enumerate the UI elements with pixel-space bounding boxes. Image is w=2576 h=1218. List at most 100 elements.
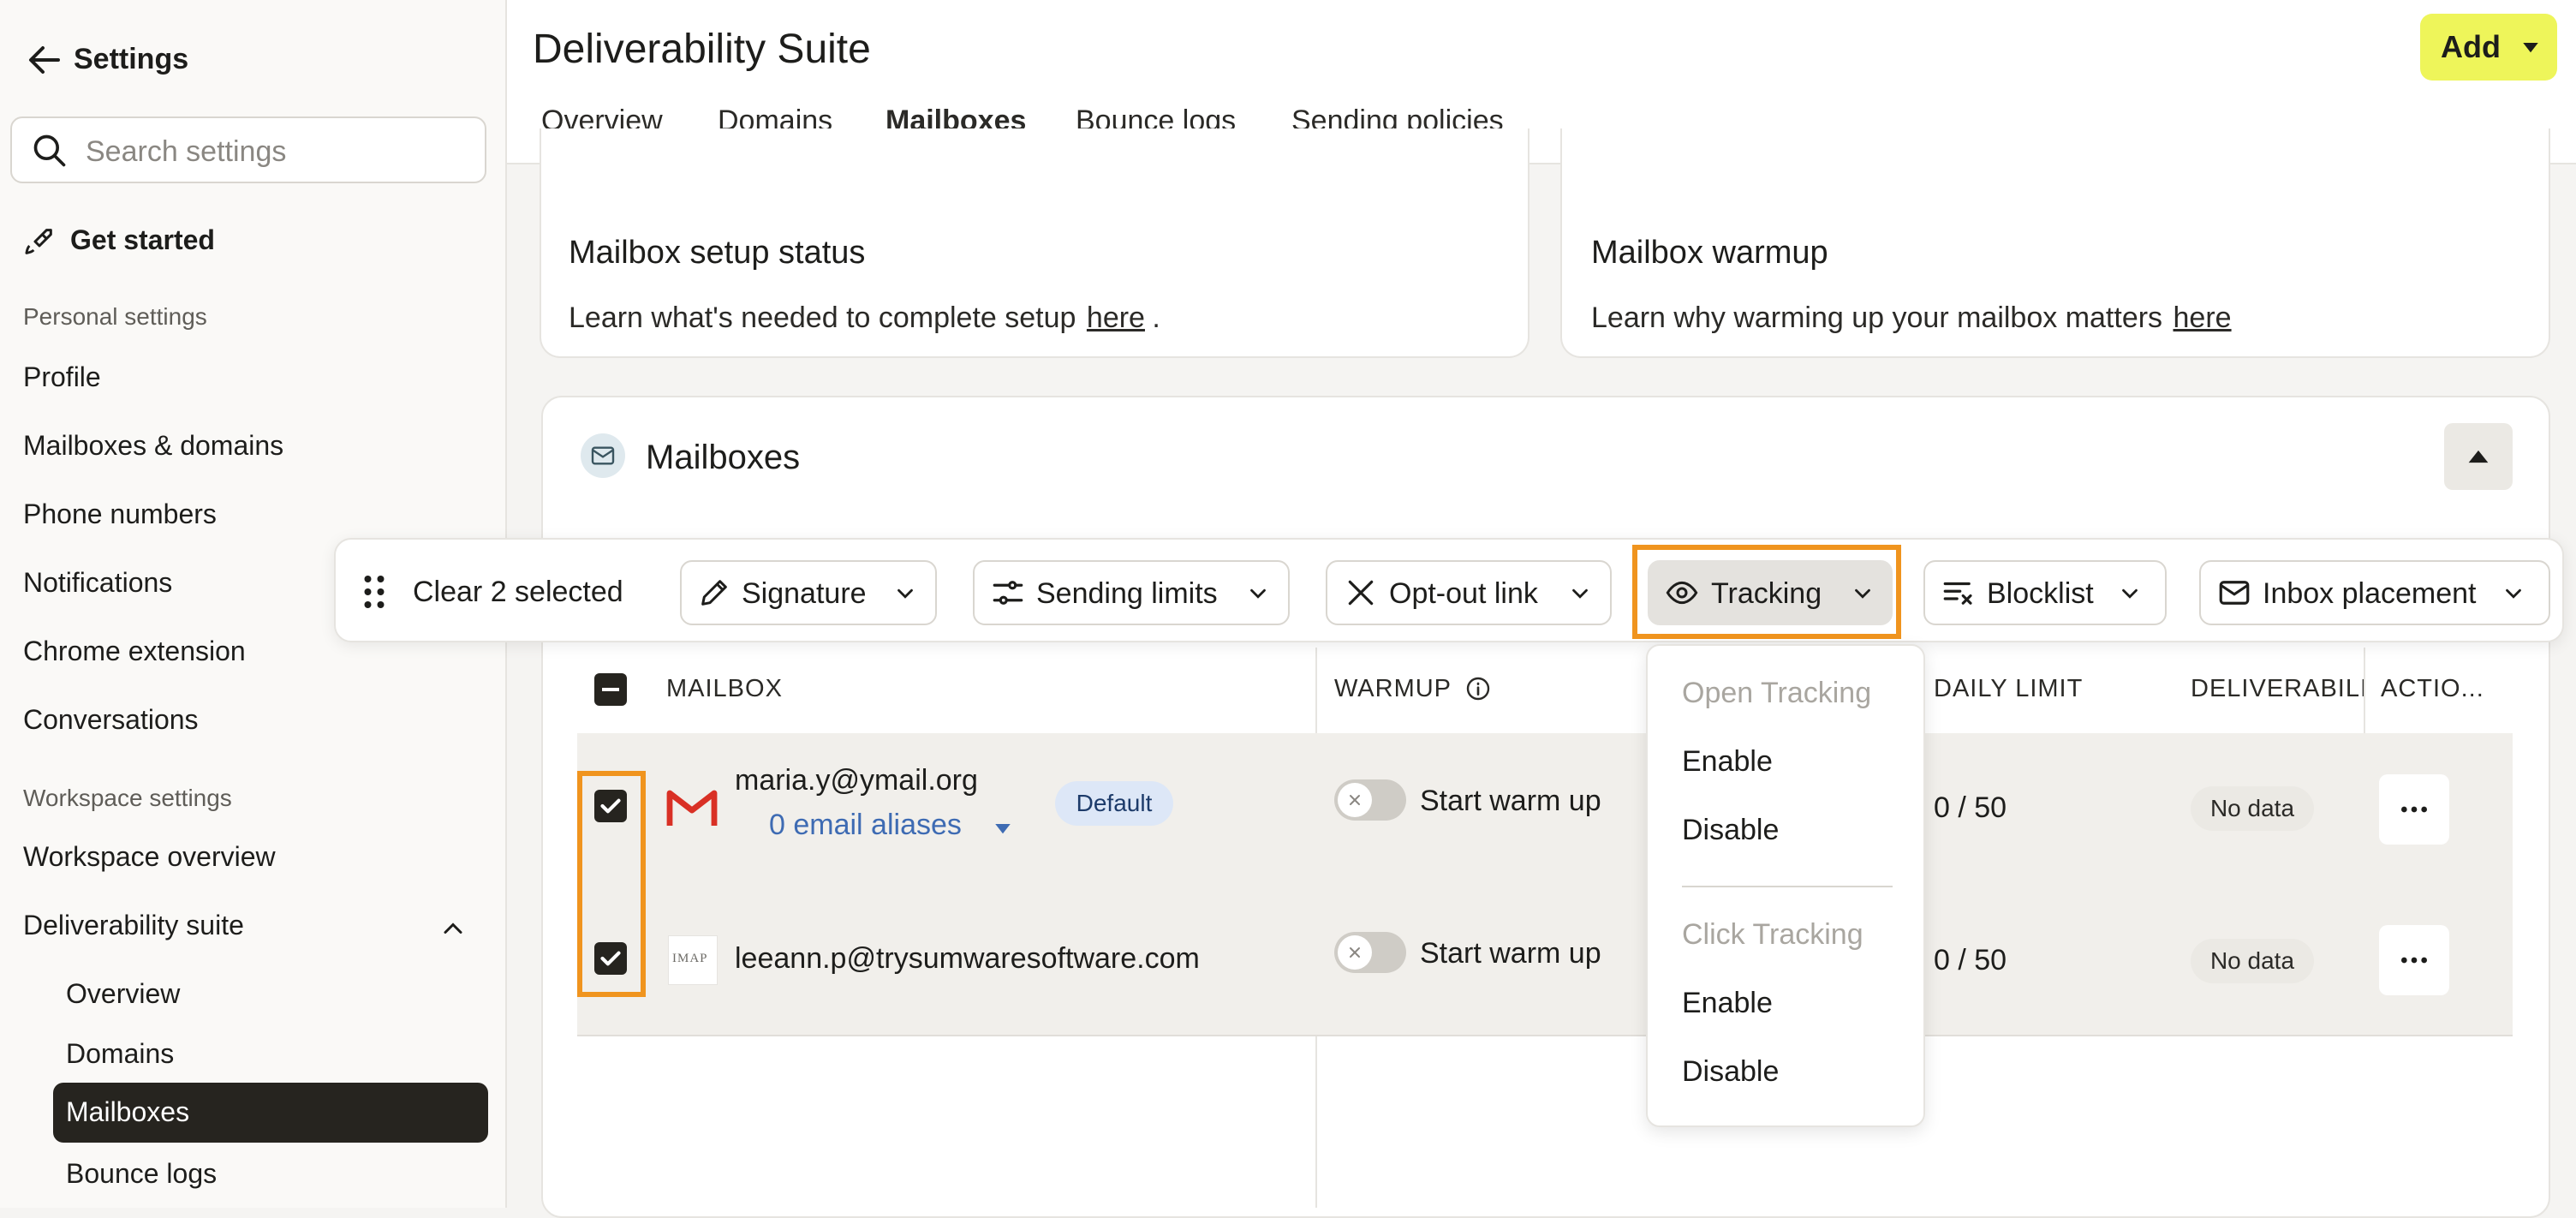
imap-icon: IMAP (668, 935, 718, 985)
column-header-warmup: WARMUP (1334, 675, 1452, 702)
signature-button[interactable]: Signature (680, 560, 937, 625)
table-row[interactable]: maria.y@ymail.org 0 email aliases Defaul… (577, 733, 2513, 886)
open-tracking-heading: Open Tracking (1682, 677, 1872, 709)
gmail-icon (666, 790, 718, 826)
click-tracking-heading: Click Tracking (1682, 918, 1863, 951)
x-logo-icon (1348, 580, 1374, 606)
email-aliases-label: 0 email aliases (769, 809, 962, 841)
open-tracking-enable[interactable]: Enable (1682, 745, 1773, 779)
get-started-label: Get started (70, 224, 215, 255)
warmup-toggle[interactable] (1334, 779, 1406, 821)
sending-limits-label: Sending limits (1036, 577, 1218, 610)
bulk-action-toolbar: Clear 2 selected Signature Sending limit… (334, 538, 2564, 642)
rocket-icon (25, 229, 52, 254)
default-badge: Default (1055, 781, 1173, 826)
info-icon[interactable] (1464, 675, 1492, 702)
more-horizontal-icon (2401, 806, 2427, 813)
column-header-deliverability: DELIVERABILI (2191, 675, 2369, 702)
close-icon (1350, 795, 1360, 805)
envelope-icon (591, 446, 615, 465)
warmup-card-text: Learn why warming up your mailbox matter… (1591, 302, 2232, 334)
imap-icon-text: IMAP (672, 952, 708, 965)
column-header-mailbox: MAILBOX (666, 675, 783, 702)
menu-divider (1682, 886, 1893, 887)
list-x-icon (1943, 582, 1972, 605)
warmup-card-title: Mailbox warmup (1591, 235, 1828, 271)
workspace-settings-heading: Workspace settings (23, 785, 232, 811)
sidebar-item-mailboxes-domains[interactable]: Mailboxes & domains (23, 430, 283, 462)
mailbox-email: maria.y@ymail.org (735, 764, 978, 797)
sidebar-item-deliverability-suite[interactable]: Deliverability suite (23, 908, 477, 949)
add-label: Add (2441, 29, 2501, 64)
opt-out-link-button[interactable]: Opt-out link (1326, 560, 1612, 625)
indeterminate-mark (602, 688, 619, 691)
sidebar-item-notifications[interactable]: Notifications (23, 567, 172, 599)
clear-selection-button[interactable]: Clear 2 selected (413, 576, 623, 609)
chevron-down-icon (1250, 588, 1266, 599)
column-header-actions: ACTIO... (2381, 675, 2484, 702)
sliders-icon (993, 581, 1023, 605)
search-icon (33, 134, 66, 167)
close-icon (1350, 947, 1360, 958)
opt-out-link-label: Opt-out link (1389, 577, 1538, 610)
back-button[interactable]: Settings (24, 39, 212, 82)
add-button[interactable]: Add (2420, 14, 2557, 81)
select-all-checkbox[interactable] (594, 673, 627, 706)
tracking-dropdown-menu: Open Tracking Enable Disable Click Track… (1646, 644, 1925, 1127)
row-actions-button[interactable] (2379, 925, 2449, 995)
setup-card-title: Mailbox setup status (569, 235, 866, 271)
open-tracking-disable[interactable]: Disable (1682, 814, 1779, 847)
inbox-placement-button[interactable]: Inbox placement (2199, 560, 2550, 625)
daily-limit-value: 0 / 50 (1934, 944, 2007, 976)
row-actions-button[interactable] (2379, 774, 2449, 845)
sidebar-child-domains[interactable]: Domains (66, 1038, 174, 1070)
page-title: Deliverability Suite (533, 27, 871, 72)
mailbox-section-icon (581, 433, 625, 478)
collapse-section-button[interactable] (2444, 423, 2513, 490)
envelope-icon (2219, 581, 2250, 605)
setup-here-link[interactable]: here (1087, 302, 1145, 334)
sidebar-item-conversations[interactable]: Conversations (23, 704, 199, 736)
deliverability-suite-label: Deliverability suite (23, 910, 244, 940)
deliverability-badge: No data (2191, 939, 2314, 983)
tracking-button-highlight (1632, 545, 1901, 639)
drag-handle-icon[interactable] (361, 572, 387, 612)
sending-limits-button[interactable]: Sending limits (973, 560, 1290, 625)
sidebar-item-chrome-extension[interactable]: Chrome extension (23, 636, 246, 667)
sidebar-item-phone-numbers[interactable]: Phone numbers (23, 499, 217, 530)
chevron-up-icon (444, 922, 462, 934)
blocklist-button[interactable]: Blocklist (1923, 560, 2167, 625)
search-input[interactable]: Search settings (10, 116, 486, 183)
click-tracking-disable[interactable]: Disable (1682, 1055, 1779, 1089)
mailboxes-section-title: Mailboxes (646, 439, 801, 476)
sidebar-child-overview[interactable]: Overview (66, 978, 180, 1010)
sidebar-child-mailboxes-active[interactable]: Mailboxes (53, 1083, 488, 1143)
sidebar-child-bounce-logs[interactable]: Bounce logs (66, 1158, 217, 1190)
column-divider (2364, 648, 2365, 733)
column-header-daily-limit: DAILY LIMIT (1934, 675, 2084, 702)
caret-down-icon (995, 824, 1011, 834)
warmup-toggle[interactable] (1334, 932, 1406, 973)
sidebar-child-mailboxes-label: Mailboxes (66, 1096, 190, 1127)
signature-label: Signature (742, 577, 867, 610)
email-aliases-dropdown[interactable]: 0 email aliases (769, 809, 1026, 848)
sidebar-item-workspace-overview[interactable]: Workspace overview (23, 841, 276, 873)
warmup-status: Start warm up (1420, 785, 1601, 817)
chevron-down-icon (2122, 588, 2138, 599)
selected-checkboxes-highlight (577, 771, 646, 997)
setup-card-text: Learn what's needed to complete setup he… (569, 302, 1160, 334)
warmup-here-link[interactable]: here (2174, 302, 2232, 334)
table-row[interactable]: IMAP leeann.p@trysumwaresoftware.com Sta… (577, 884, 2513, 1036)
sidebar-item-profile[interactable]: Profile (23, 361, 101, 393)
get-started-item[interactable]: Get started (22, 221, 365, 264)
caret-down-icon (2523, 43, 2538, 53)
daily-limit-value: 0 / 50 (1934, 791, 2007, 824)
mailbox-setup-status-card: Mailbox setup status Learn what's needed… (540, 128, 1530, 358)
chevron-down-icon (2506, 588, 2521, 599)
back-label: Settings (74, 43, 189, 75)
arrow-left-icon (29, 46, 60, 74)
mailbox-email: leeann.p@trysumwaresoftware.com (735, 942, 1200, 975)
pen-icon (701, 580, 727, 606)
click-tracking-enable[interactable]: Enable (1682, 987, 1773, 1020)
blocklist-label: Blocklist (1987, 577, 2094, 610)
